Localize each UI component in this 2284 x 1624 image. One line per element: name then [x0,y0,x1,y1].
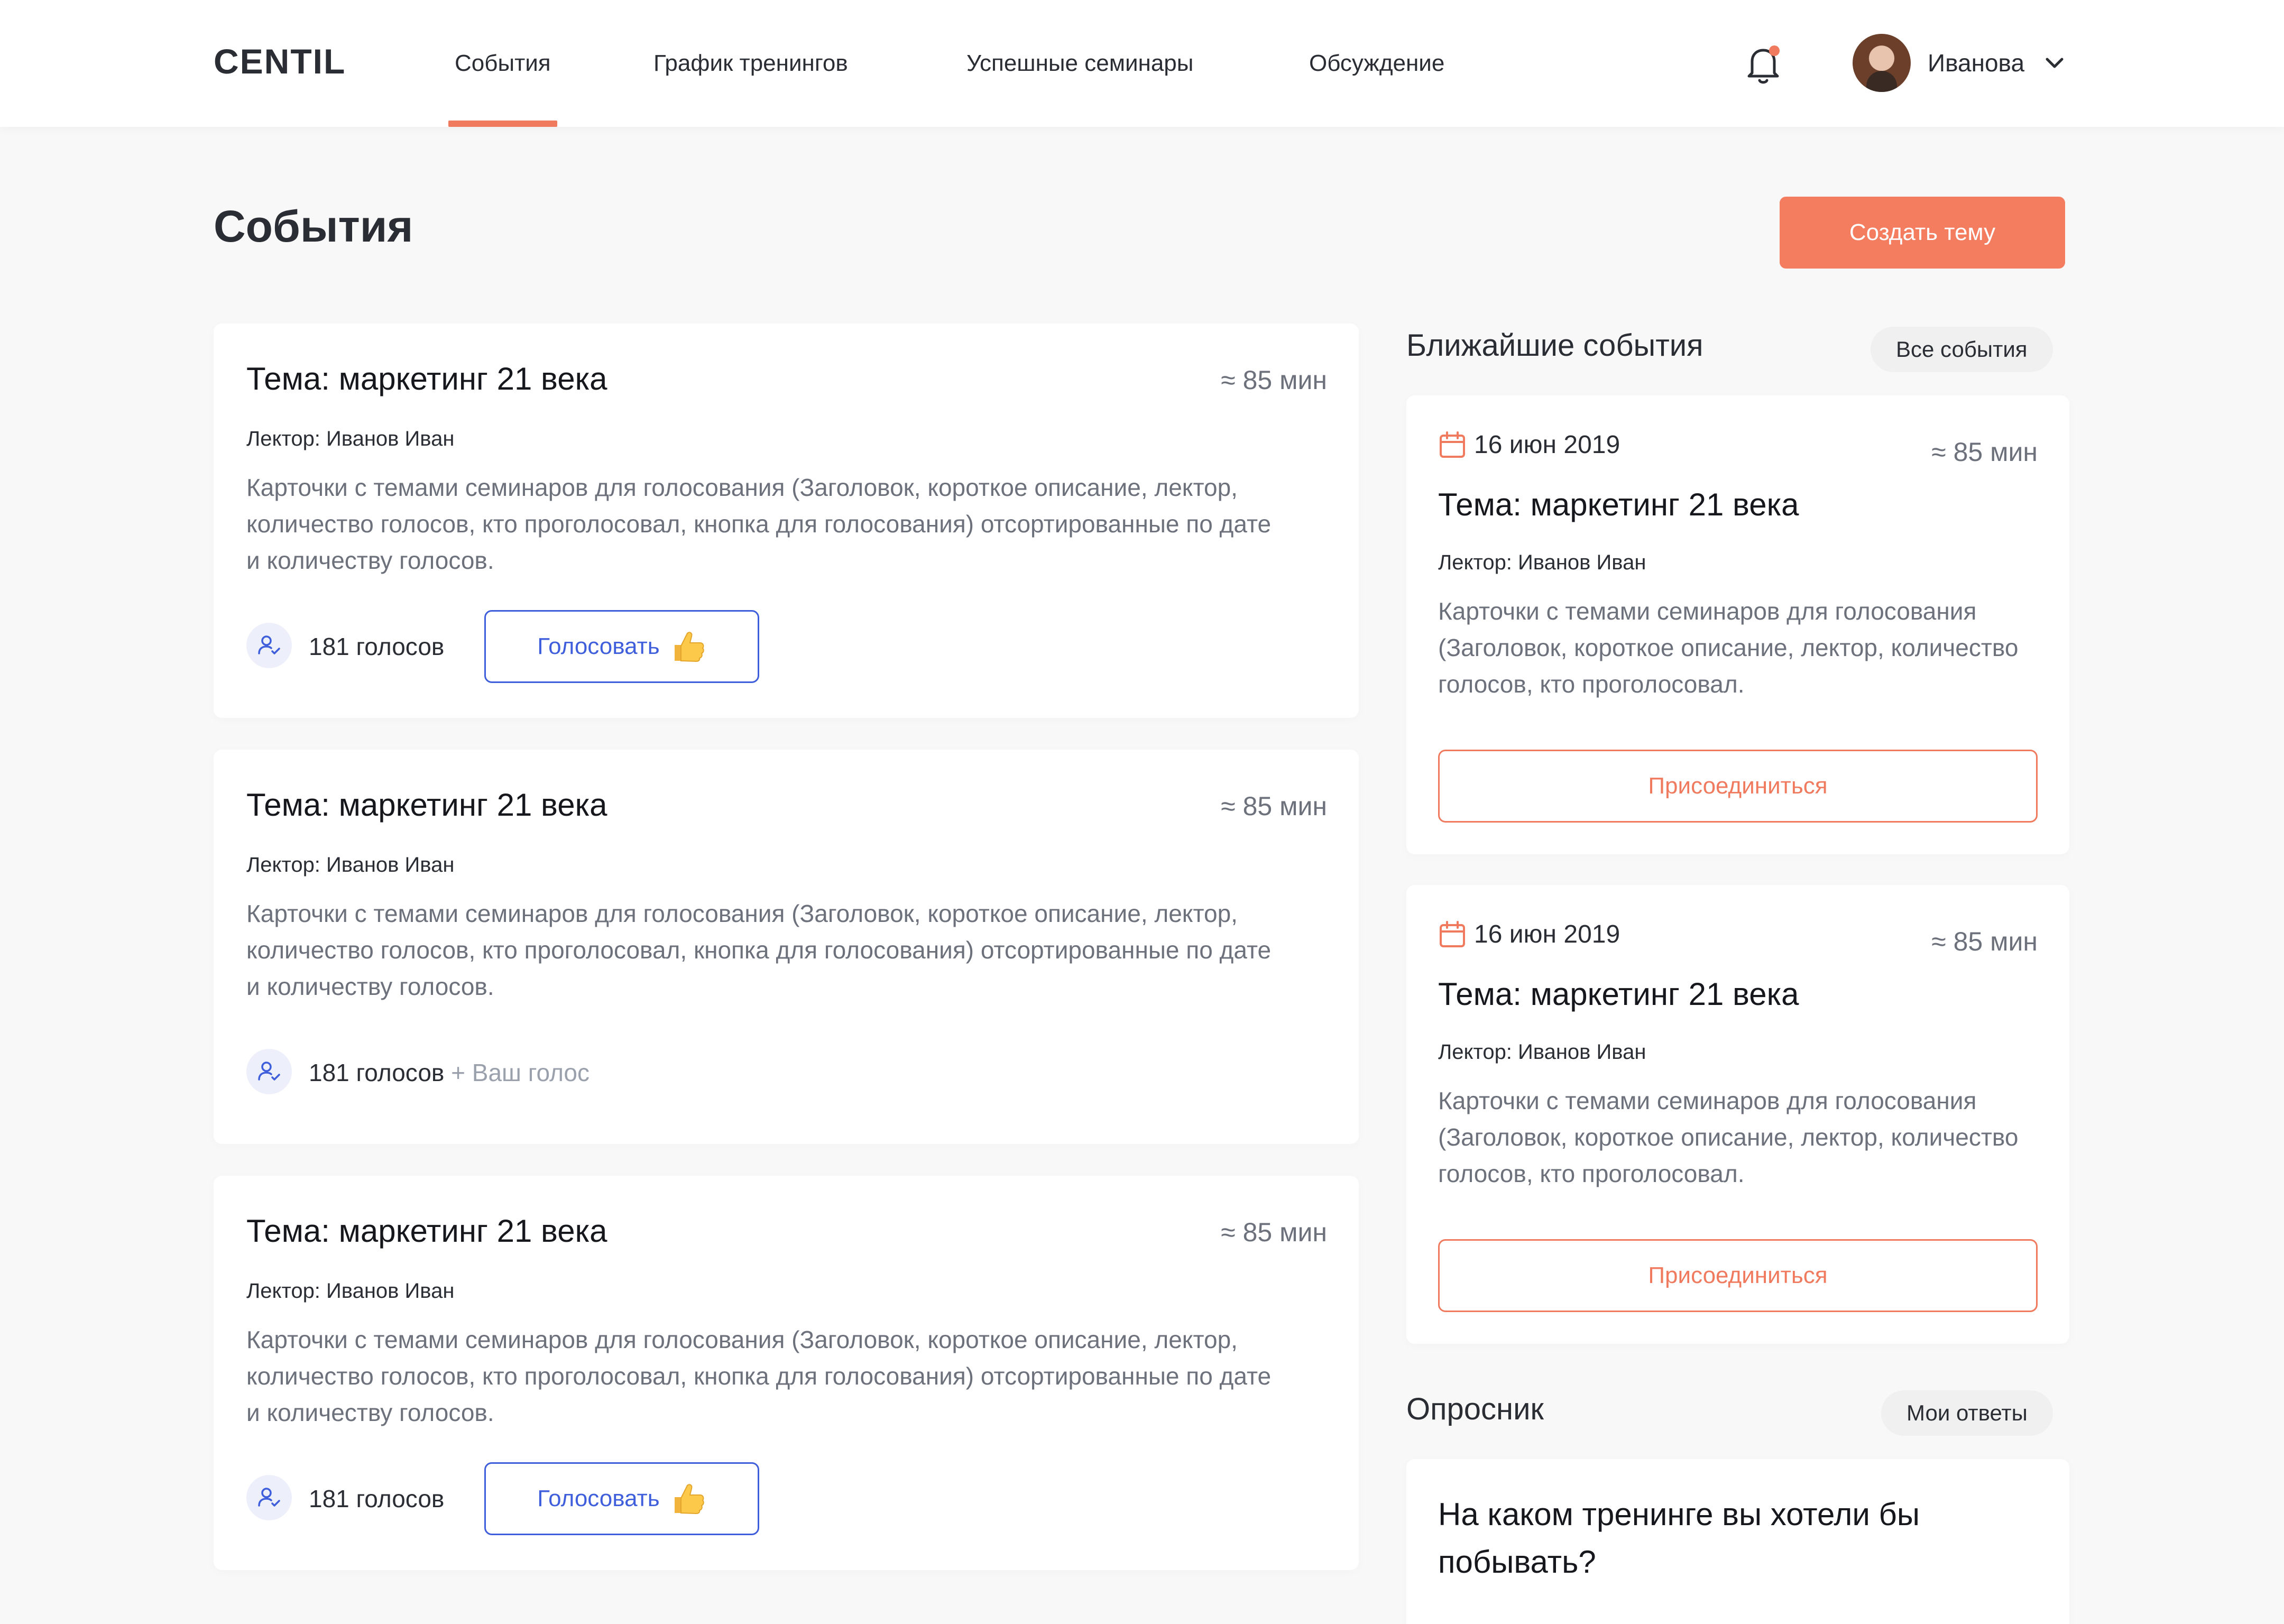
nav-item-successful-seminars[interactable]: Успешные семинары [966,0,1193,127]
logo[interactable]: CENTIL [214,41,346,81]
event-title: Тема: маркетинг 21 века [246,361,607,396]
calendar-icon [1440,431,1465,458]
event-date: 16 июн 2019 [1438,430,1620,459]
event-lector: Лектор: Иванов Иван [246,853,455,876]
event-lector: Лектор: Иванов Иван [1438,551,1646,574]
voters-icon[interactable] [246,623,292,668]
vote-count: 181 голосов [309,1485,445,1512]
event-description: Карточки с темами семинаров для голосова… [246,1326,1272,1426]
event-card: Тема: маркетинг 21 века ≈ 85 мин Лектор:… [214,1176,1359,1570]
bell-icon[interactable] [1745,43,1784,86]
nav-item-events[interactable]: События [448,0,557,127]
thumbs-up-icon [674,1484,704,1515]
event-lector: Лектор: Иванов Иван [246,1279,455,1303]
vote-count-value: 181 голосов [309,1059,445,1086]
notification-dot [1769,45,1780,56]
user-name[interactable]: Иванова [1928,49,2024,77]
vote-button-label: Голосовать [537,1485,660,1511]
nav-item-discussion[interactable]: Обсуждение [1309,0,1444,127]
voters-icon[interactable] [246,1475,292,1520]
join-button[interactable]: Присоединиться [1438,1239,2038,1312]
join-button[interactable]: Присоединиться [1438,750,2038,823]
your-vote-note: + Ваш голос [444,1059,590,1086]
event-description: Карточки с темами семинаров для голосова… [1438,597,2019,698]
poll-question: На каком тренинге вы хотели бы побывать? [1438,1497,1920,1580]
top-header: CENTIL События График тренингов Успешные… [0,0,2284,127]
thumbs-up-icon [674,632,704,662]
poll-card: На каком тренинге вы хотели бы побывать? [1406,1459,2069,1624]
page-title: События [214,201,413,251]
avatar[interactable] [1853,34,1911,92]
event-description: Карточки с темами семинаров для голосова… [246,474,1272,574]
voters-icon[interactable] [246,1049,292,1094]
event-lector: Лектор: Иванов Иван [246,427,455,450]
event-title: Тема: маркетинг 21 века [1438,487,1799,522]
vote-count: 181 голосов [309,633,445,660]
vote-button[interactable]: Голосовать [484,1462,759,1535]
event-date: 16 июн 2019 [1438,920,1620,949]
event-duration: ≈ 85 мин [1221,1217,1327,1247]
upcoming-event-card: 16 июн 2019 ≈ 85 мин Тема: маркетинг 21 … [1406,885,2069,1344]
upcoming-heading: Ближайшие события [1406,328,1703,363]
my-answers-button[interactable]: Мои ответы [1881,1390,2053,1436]
upcoming-event-card: 16 июн 2019 ≈ 85 мин Тема: маркетинг 21 … [1406,395,2069,854]
event-description: Карточки с темами семинаров для голосова… [1438,1087,2019,1187]
event-lector: Лектор: Иванов Иван [1438,1040,1646,1064]
all-events-button[interactable]: Все события [1871,327,2053,372]
event-duration: ≈ 85 мин [1931,437,2038,467]
event-duration: ≈ 85 мин [1221,791,1327,821]
event-duration: ≈ 85 мин [1931,927,2038,956]
event-title: Тема: маркетинг 21 века [1438,976,1799,1012]
vote-button[interactable]: Голосовать [484,610,759,683]
poll-heading: Опросник [1406,1392,1544,1426]
vote-count: 181 голосов + Ваш голос [309,1058,590,1087]
event-card: Тема: маркетинг 21 века ≈ 85 мин Лектор:… [214,324,1359,718]
event-title: Тема: маркетинг 21 века [246,787,607,823]
chevron-down-icon[interactable] [2044,55,2065,72]
nav-item-training-schedule[interactable]: График тренингов [653,0,848,127]
event-description: Карточки с темами семинаров для голосова… [246,900,1272,1000]
create-topic-button[interactable]: Создать тему [1780,197,2065,269]
event-title: Тема: маркетинг 21 века [246,1213,607,1249]
event-date-text: 16 июн 2019 [1474,920,1620,948]
event-card: Тема: маркетинг 21 века ≈ 85 мин Лектор:… [214,750,1359,1144]
vote-button-label: Голосовать [537,633,660,659]
calendar-icon [1440,920,1465,947]
event-duration: ≈ 85 мин [1221,365,1327,395]
event-date-text: 16 июн 2019 [1474,431,1620,459]
